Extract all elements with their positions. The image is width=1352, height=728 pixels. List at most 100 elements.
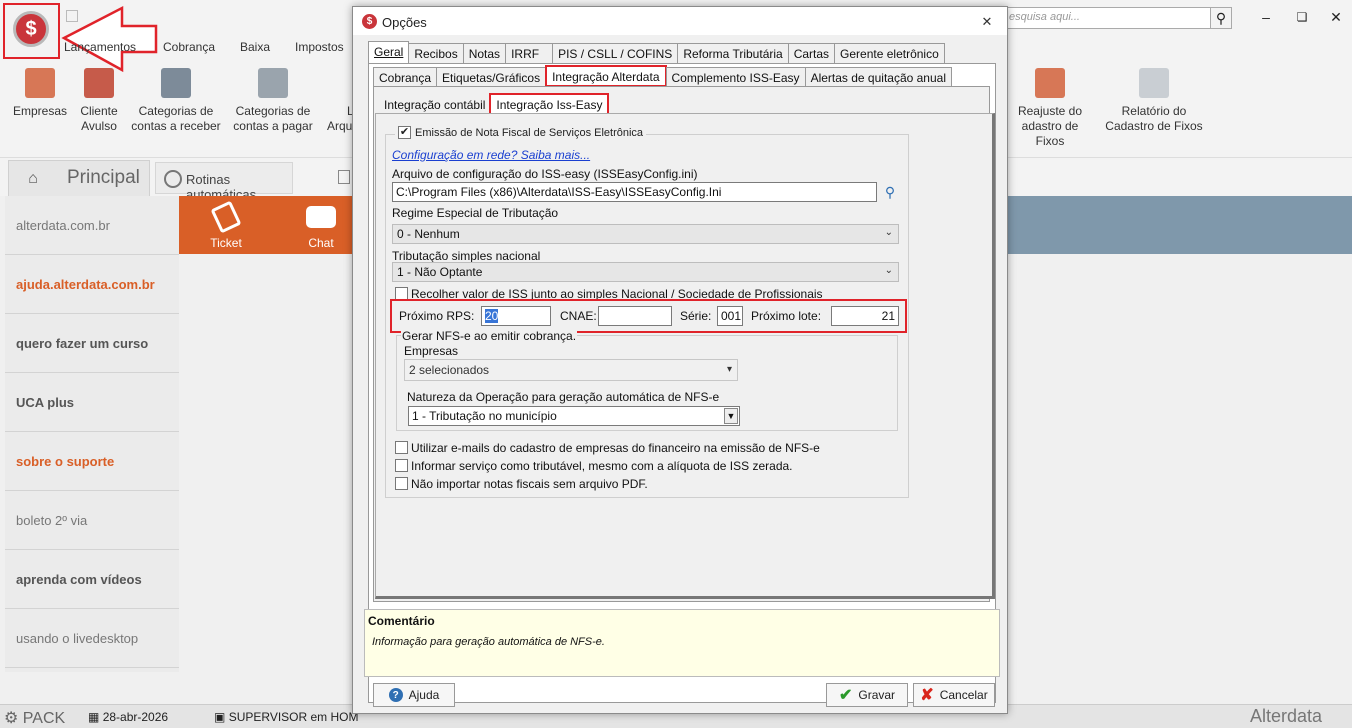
dollar-icon: $ (362, 14, 377, 29)
sidebar-item[interactable]: alterdata.com.br (5, 196, 179, 255)
dialog-titlebar: $ Opções ✕ (353, 7, 1007, 35)
tabs-row2: Cobrança Etiquetas/Gráficos Integração A… (373, 65, 952, 87)
status-date: ▦ 28-abr-2026 (88, 710, 169, 724)
lote-input[interactable]: 21 (831, 306, 899, 326)
menu-cobranca[interactable]: Cobrança (163, 40, 215, 54)
comment-text: Informação para geração automática de NF… (372, 636, 605, 648)
sidebar-item[interactable]: ajuda.alterdata.com.br (5, 255, 179, 314)
sidebar-item[interactable]: usando o livedesktop (5, 609, 179, 668)
ribbon-empresas[interactable]: Empresas (10, 68, 70, 119)
tab-reforma-tributaria[interactable]: Reforma Tributária (677, 43, 789, 63)
empresas-label: Empresas (404, 344, 459, 358)
cancel-button[interactable]: ✘ Cancelar (913, 683, 995, 707)
tab-cartas[interactable]: Cartas (787, 43, 836, 63)
tab-complemento-iss-easy[interactable]: Complemento ISS-Easy (665, 67, 806, 87)
calendar-icon[interactable] (338, 170, 350, 184)
sidebar-item[interactable]: aprenda com vídeos (5, 550, 179, 609)
serie-input[interactable]: 001 (717, 306, 743, 326)
sidebar-item[interactable]: sobre o suporte (5, 432, 179, 491)
home-icon: ⌂ (28, 170, 38, 187)
cnae-label: CNAE: (560, 309, 597, 323)
config-file-input[interactable]: C:\Program Files (x86)\Alterdata\ISS-Eas… (392, 182, 877, 202)
tab-gerente-eletronico[interactable]: Gerente eletrônico (834, 43, 945, 63)
simples-select[interactable]: 1 - Não Optante ⌄ (392, 262, 899, 282)
ribbon-cliente-avulso[interactable]: Cliente Avulso (76, 68, 122, 134)
tributavel-checkbox[interactable] (395, 459, 408, 472)
tabs-row1: Geral Recibos Notas IRRF PIS / CSLL / CO… (368, 41, 945, 63)
ribbon-categorias-receber[interactable]: Categorias de contas a receber (130, 68, 222, 134)
chevron-down-icon: ▾ (726, 364, 732, 375)
monitor-icon: ▣ (214, 710, 226, 724)
menu-lancamentos[interactable]: Lançamentos (64, 40, 136, 54)
building-icon (25, 68, 55, 98)
list-icon (161, 68, 191, 98)
nfse-group-header: ✔ Emissão de Nota Fiscal de Serviços Ele… (395, 126, 647, 139)
wrench-icon (1035, 68, 1065, 98)
tab-integracao-iss-easy[interactable]: Integração Iss-Easy (489, 93, 610, 115)
natureza-select[interactable]: 1 - Tributação no município ▼ (408, 406, 740, 426)
search-input[interactable]: esquisa aqui... (1002, 7, 1230, 29)
minimize-icon[interactable]: – (1256, 8, 1276, 26)
tab-rotinas[interactable]: Rotinas automáticas (155, 162, 293, 202)
tab-notas[interactable]: Notas (462, 43, 507, 63)
menu-impostos[interactable]: Impostos (295, 40, 344, 54)
pdf-label: Não importar notas fiscais sem arquivo P… (411, 477, 648, 491)
tab-geral[interactable]: Geral (368, 41, 410, 63)
dropdown-arrow-icon: ▼ (724, 408, 738, 424)
menu-baixa[interactable]: Baixa (240, 40, 270, 54)
sidebar-item[interactable]: UCA plus (5, 373, 179, 432)
tab-pis-csll-cofins[interactable]: PIS / CSLL / COFINS (552, 43, 679, 63)
ribbon-categorias-pagar[interactable]: Categorias de contas a pagar (228, 68, 318, 134)
ribbon-arquivos[interactable]: L Arqu (327, 68, 354, 134)
ticket-button[interactable]: Ticket (209, 200, 243, 250)
sidebar-item[interactable]: quero fazer um curso (5, 314, 179, 373)
tab-recibos[interactable]: Recibos (408, 43, 464, 63)
tab-alertas-quitacao[interactable]: Alertas de quitação anual (804, 67, 952, 87)
tributavel-label: Informar serviço como tributável, mesmo … (411, 459, 793, 473)
sidebar-item[interactable]: boleto 2º via (5, 491, 179, 550)
ribbon-reajuste[interactable]: Reajuste do adastro de Fixos (1008, 68, 1092, 149)
save-button[interactable]: ✔ Gravar (826, 683, 908, 707)
tab-principal[interactable]: ⌂ Principal (8, 160, 150, 196)
cancel-icon: ✘ (920, 687, 934, 704)
emails-checkbox[interactable] (395, 441, 408, 454)
empresas-select[interactable]: 2 selecionados ▾ (404, 359, 738, 381)
dollar-coin-icon: $ (13, 11, 49, 47)
tab-cobranca[interactable]: Cobrança (373, 67, 438, 87)
gear-icon: ⚙ (4, 710, 19, 727)
search-icon[interactable]: ⚲ (881, 183, 899, 201)
search-icon[interactable]: ⚲ (1210, 7, 1232, 29)
serie-label: Série: (680, 309, 712, 323)
close-icon[interactable]: ✕ (977, 13, 997, 31)
close-app-icon[interactable]: ✕ (1326, 8, 1346, 26)
dialog-title: Opções (382, 15, 427, 30)
pdf-checkbox[interactable] (395, 477, 408, 490)
tab-irrf[interactable]: IRRF (505, 43, 554, 63)
tab-integracao-alterdata[interactable]: Integração Alterdata (545, 65, 667, 87)
nfse-enable-checkbox[interactable]: ✔ (398, 126, 411, 139)
client-icon (84, 68, 114, 98)
status-user: ▣ SUPERVISOR em HOM (214, 710, 359, 724)
pack-label: ⚙ PACK (4, 710, 66, 727)
content-banner (1008, 196, 1352, 254)
grid-icon (66, 10, 78, 22)
comment-panel: Comentário Informação para geração autom… (364, 609, 1000, 677)
regime-select[interactable]: 0 - Nenhum ⌄ (392, 224, 899, 244)
tab-integracao-contabil[interactable]: Integração contábil (379, 95, 490, 115)
emails-label: Utilizar e-mails do cadastro de empresas… (411, 441, 820, 455)
ribbon-relatorio[interactable]: Relatório do Cadastro de Fixos (1104, 68, 1204, 134)
ticket-icon (210, 200, 242, 234)
help-button[interactable]: ? Ajuda (373, 683, 455, 707)
calendar-icon: ▦ (88, 710, 100, 724)
tabs-row3: Integração contábil Integração Iss-Easy (379, 91, 610, 115)
app-menu-button[interactable]: $ (3, 3, 60, 59)
report-icon (1139, 68, 1169, 98)
config-network-link[interactable]: Configuração em rede? Saiba mais... (392, 148, 590, 162)
chevron-down-icon: ⌄ (884, 265, 893, 276)
tab-etiquetas-graficos[interactable]: Etiquetas/Gráficos (436, 67, 547, 87)
restore-icon[interactable]: ❏ (1292, 8, 1312, 26)
simples-label: Tributação simples nacional (392, 249, 541, 263)
rps-input[interactable]: 20 (481, 306, 551, 326)
cnae-input[interactable] (598, 306, 672, 326)
chat-button[interactable]: Chat (303, 202, 339, 250)
